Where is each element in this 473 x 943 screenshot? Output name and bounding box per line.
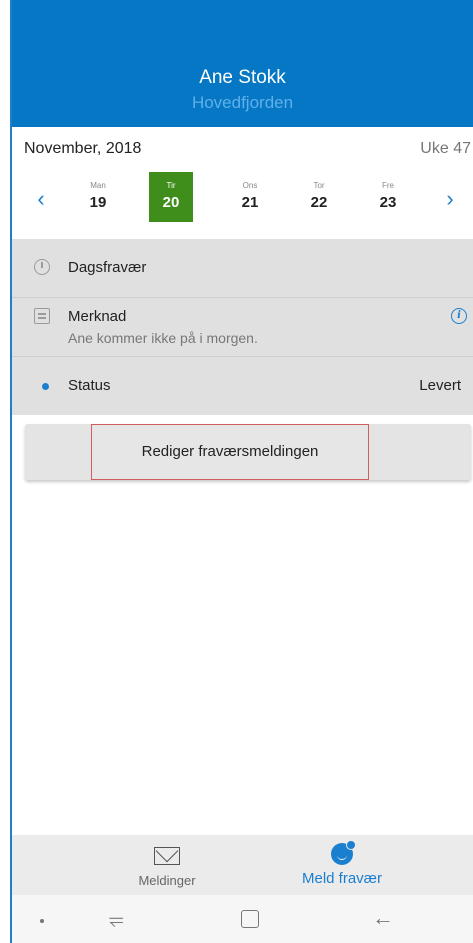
edit-absence-button[interactable]: Rediger fraværsmeldingen — [91, 424, 369, 480]
absence-type-row: Dagsfravær — [12, 239, 473, 298]
day-name: Ons — [242, 181, 258, 190]
day-friday[interactable]: Fre 23 — [366, 172, 410, 222]
recent-apps-icon[interactable]: ⥫ — [109, 909, 123, 930]
day-date: 20 — [162, 194, 180, 211]
home-icon[interactable] — [241, 910, 259, 928]
school-name: Hovedfjorden — [191, 93, 294, 112]
back-icon[interactable]: ← — [372, 905, 394, 931]
screen-edge — [10, 0, 12, 943]
day-name: Tor — [313, 181, 325, 190]
system-navigation-bar: ⥫ ← — [12, 895, 473, 943]
status-row: Status Levert — [12, 357, 473, 415]
bottom-navigation: Meldinger Meld fravær — [12, 835, 473, 895]
clock-icon — [34, 259, 50, 275]
month-label: November, 2018 — [24, 140, 142, 157]
day-tuesday[interactable]: Tir 20 — [149, 172, 193, 222]
day-date: 22 — [310, 194, 328, 211]
status-dot-icon — [42, 383, 49, 390]
day-name: Man — [90, 181, 106, 190]
note-text: Ane kommer ikke på i morgen. — [68, 330, 258, 346]
info-icon[interactable]: i — [451, 308, 467, 324]
week-label: Uke 47 — [420, 140, 471, 157]
day-monday[interactable]: Man 19 — [76, 172, 120, 222]
month-row: November, 2018 Uke 47 — [24, 140, 473, 164]
nav-messages-label: Meldinger — [138, 873, 196, 888]
day-date: 23 — [379, 194, 397, 211]
chevron-left-icon[interactable]: ‹ — [26, 186, 56, 212]
report-absence-icon — [331, 840, 356, 865]
day-name: Fre — [382, 181, 394, 190]
day-wednesday[interactable]: Ons 21 — [228, 172, 272, 222]
week-day-picker: ‹ Man 19 Tir 20 Ons 21 Tor 22 Fre 23 › — [12, 168, 473, 232]
chevron-right-icon[interactable]: › — [435, 186, 465, 212]
nav-report-absence[interactable]: Meld fravær — [257, 835, 427, 895]
note-title: Merknad — [68, 308, 127, 325]
note-icon — [34, 308, 50, 324]
day-name: Tir — [166, 181, 176, 190]
student-name: Ane Stokk — [199, 67, 286, 88]
nav-messages[interactable]: Meldinger — [82, 835, 252, 895]
day-date: 19 — [89, 194, 107, 211]
absence-type: Dagsfravær — [68, 259, 147, 276]
envelope-icon — [154, 847, 180, 865]
status-value: Levert — [419, 377, 461, 394]
note-row: Merknad Ane kommer ikke på i morgen. i — [12, 298, 473, 357]
assistant-dot-icon[interactable] — [40, 919, 44, 923]
day-date: 21 — [241, 194, 259, 211]
day-thursday[interactable]: Tor 22 — [297, 172, 341, 222]
nav-report-absence-label: Meld fravær — [301, 870, 383, 887]
edit-bar: Rediger fraværsmeldingen — [25, 424, 471, 480]
status-label: Status — [68, 377, 111, 394]
app-header: Ane Stokk Hovedfjorden — [12, 0, 473, 127]
